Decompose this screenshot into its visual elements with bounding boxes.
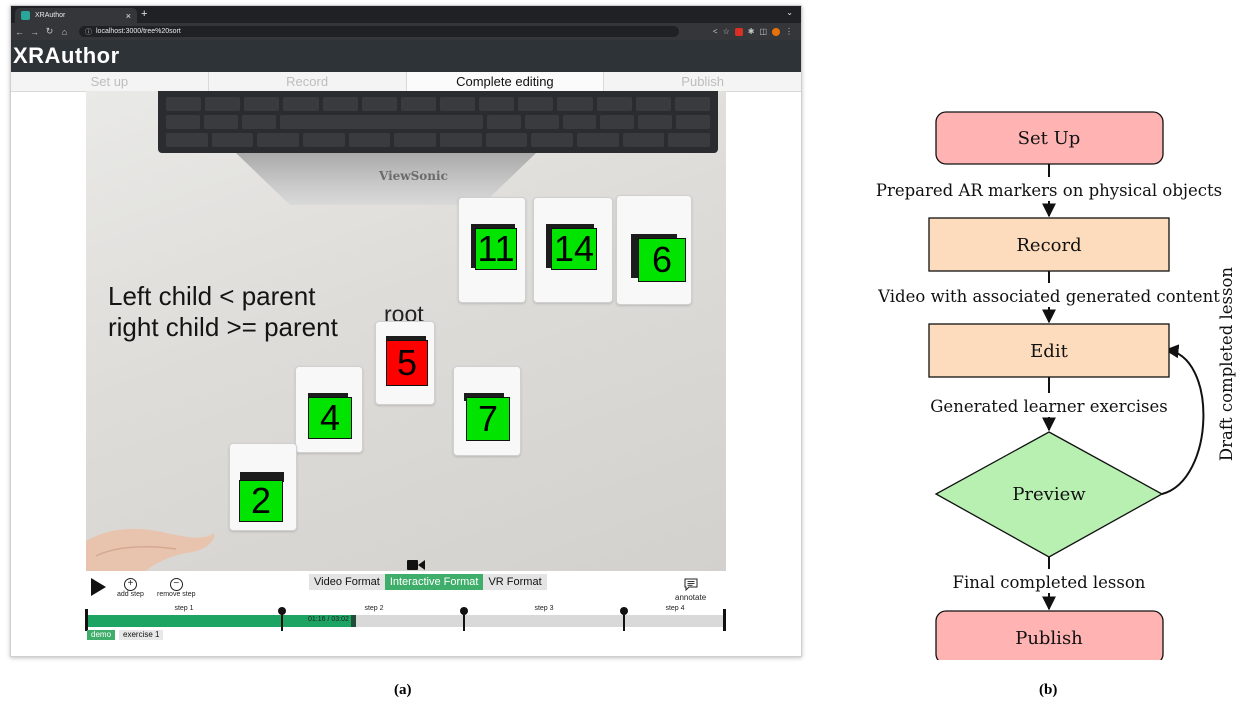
home-icon[interactable]: ⌂ [58, 27, 71, 37]
new-tab-button[interactable]: + [141, 8, 147, 20]
remove-step-button[interactable]: − remove step [157, 578, 196, 598]
kebab-menu-icon[interactable]: ⋮ [785, 27, 793, 36]
tab-title: XRAuthor [35, 12, 66, 19]
add-step-button[interactable]: + add step [117, 578, 144, 598]
profile-avatar-icon[interactable] [772, 27, 780, 36]
timeline-end-marker[interactable] [723, 609, 726, 631]
card-2: 2 [229, 443, 297, 531]
demo-tab[interactable]: demo [87, 630, 116, 640]
interactive-format-button[interactable]: Interactive Format [384, 574, 484, 590]
vr-format-button[interactable]: VR Format [483, 574, 547, 590]
marker-6: 6 [638, 238, 686, 282]
browser-toolbar: ← → ↻ ⌂ ⓘ localhost:3000/tree%20sort < ☆… [11, 23, 801, 40]
remove-step-label: remove step [157, 591, 196, 598]
workflow-flowchart: Prepared AR markers on physical objects … [846, 111, 1256, 660]
reload-icon[interactable]: ↻ [43, 26, 56, 37]
share-icon[interactable]: < [713, 27, 718, 36]
marker-4: 4 [308, 397, 352, 439]
tab-set-up[interactable]: Set up [11, 72, 209, 91]
add-step-label: add step [117, 591, 144, 598]
marker-5: 5 [386, 340, 428, 386]
bst-rule-text: Left child < parent right child >= paren… [108, 281, 338, 343]
timeline-track[interactable]: 01:16 / 03:02 [86, 615, 726, 627]
marker-2: 2 [239, 480, 283, 522]
exercise-1-tab[interactable]: exercise 1 [119, 630, 164, 640]
url-text: localhost:3000/tree%20sort [96, 28, 181, 35]
plus-circle-icon: + [123, 578, 137, 591]
side-panel-icon[interactable]: ◫ [759, 27, 767, 36]
tab-strip: XRAuthor × + ⌄ [11, 6, 801, 23]
edge-label-draft-lesson: Draft completed lesson [1217, 267, 1236, 461]
timeline-step-4-label: step 4 [665, 605, 685, 612]
edge-label-final-lesson: Final completed lesson [953, 573, 1146, 592]
play-button[interactable] [91, 578, 106, 596]
edge-label-learner-exercises: Generated learner exercises [930, 397, 1168, 416]
annotate-button[interactable]: annotate [675, 578, 706, 602]
step-boundary-marker[interactable] [460, 607, 468, 631]
playhead-handle[interactable] [350, 615, 356, 627]
tab-search-icon[interactable]: ⌄ [786, 8, 793, 17]
browser-tab[interactable]: XRAuthor × [15, 8, 137, 23]
keyboard-image [158, 91, 718, 153]
timeline-start-marker[interactable] [85, 609, 88, 631]
extension-icon[interactable] [734, 27, 743, 36]
hand-image [86, 528, 215, 571]
card-5-root: 5 [375, 321, 435, 405]
card-6: 6 [616, 195, 692, 305]
edge-label-video-content: Video with associated generated content [877, 287, 1220, 306]
favicon-icon [21, 11, 30, 20]
node-set-up-label: Set Up [1018, 128, 1081, 149]
video-format-button[interactable]: Video Format [309, 574, 385, 590]
marker-11: 11 [475, 228, 517, 270]
forward-icon[interactable]: → [28, 27, 41, 37]
edge-label-prepared-markers: Prepared AR markers on physical objects [876, 181, 1222, 200]
workflow-steps-nav: Set up Record Complete editing Publish [11, 72, 801, 92]
format-switcher: Video Format Interactive Format VR Forma… [309, 574, 547, 590]
marker-7: 7 [466, 397, 510, 441]
back-icon[interactable]: ← [13, 27, 26, 37]
comment-icon [684, 578, 698, 592]
step-boundary-marker[interactable] [620, 607, 628, 631]
card-14: 14 [533, 197, 613, 303]
monitor-brand-text: ViewSonic [379, 169, 448, 183]
timeline-step-2-label: step 2 [364, 605, 384, 612]
video-frame[interactable]: ViewSonic 11 14 6 Left child < parent ri… [86, 91, 726, 571]
extensions-puzzle-icon[interactable]: ✱ [748, 27, 755, 36]
timecode: 01:16 / 03:02 [308, 616, 349, 623]
caption-b: (b) [1039, 682, 1058, 698]
close-tab-icon[interactable]: × [126, 11, 131, 21]
camera-icon[interactable] [407, 559, 425, 571]
tab-record[interactable]: Record [209, 72, 407, 91]
site-info-icon[interactable]: ⓘ [85, 27, 92, 37]
node-edit-label: Edit [1030, 341, 1068, 362]
bst-rule-line-1: Left child < parent [108, 281, 316, 311]
browser-window: XRAuthor × + ⌄ ← → ↻ ⌂ ⓘ localhost:3000/… [10, 5, 802, 657]
card-7: 7 [453, 366, 521, 456]
card-11: 11 [458, 197, 526, 303]
node-record-label: Record [1016, 235, 1081, 256]
app-title: XRAuthor [13, 43, 120, 68]
bookmark-star-icon[interactable]: ☆ [723, 27, 730, 36]
tab-complete-editing[interactable]: Complete editing [406, 72, 605, 91]
caption-a: (a) [394, 682, 412, 698]
marker-14: 14 [551, 228, 597, 270]
minus-circle-icon: − [169, 578, 183, 591]
tab-publish[interactable]: Publish [604, 72, 801, 91]
annotate-label: annotate [675, 593, 707, 602]
card-4: 4 [295, 366, 363, 453]
node-publish-label: Publish [1015, 628, 1083, 649]
bst-rule-line-2: right child >= parent [108, 312, 338, 342]
step-boundary-marker[interactable] [278, 607, 286, 631]
timeline-step-3-label: step 3 [534, 605, 554, 612]
timeline-step-1-label: step 1 [174, 605, 194, 612]
address-bar[interactable]: ⓘ localhost:3000/tree%20sort [79, 26, 679, 37]
node-preview-label: Preview [1012, 484, 1086, 505]
app-header: XRAuthor [11, 40, 801, 72]
